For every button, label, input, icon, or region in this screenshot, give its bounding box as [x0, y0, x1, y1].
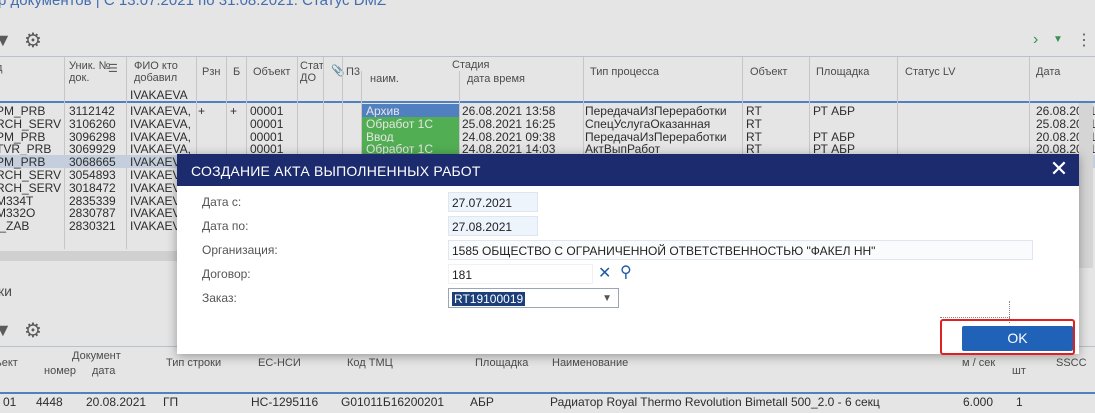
focus-guide-h — [940, 317, 1010, 318]
order-label: Заказ: — [202, 291, 237, 305]
order-select[interactable]: RT19100019 ▼ — [448, 288, 619, 308]
date-to-label: Дата по: — [202, 219, 249, 233]
dialog-header: СОЗДАНИЕ АКТА ВЫПОЛНЕННЫХ РАБОТ ✕ — [177, 154, 1079, 186]
search-icon[interactable]: ⚲ — [620, 262, 632, 282]
ok-button[interactable]: OK — [962, 326, 1073, 351]
date-from-label: Дата с: — [202, 195, 242, 209]
dropdown-arrow-icon[interactable]: ▼ — [602, 289, 612, 309]
dialog-title: СОЗДАНИЕ АКТА ВЫПОЛНЕННЫХ РАБОТ — [191, 163, 481, 179]
close-icon[interactable]: ✕ — [1047, 158, 1071, 182]
ok-button-highlight: OK — [940, 319, 1075, 355]
organization-field[interactable]: 1585 ОБЩЕСТВО С ОГРАНИЧЕННОЙ ОТВЕТСТВЕНН… — [448, 240, 1033, 260]
order-select-value: RT19100019 — [452, 292, 526, 306]
contract-field[interactable]: 181 — [448, 264, 593, 284]
date-to-field[interactable]: 27.08.2021 — [448, 216, 538, 236]
contract-label: Договор: — [202, 267, 251, 281]
create-act-dialog: СОЗДАНИЕ АКТА ВЫПОЛНЕННЫХ РАБОТ ✕ Дата с… — [177, 154, 1079, 355]
organization-label: Организация: — [202, 243, 278, 257]
date-from-field[interactable]: 27.07.2021 — [448, 192, 538, 212]
clear-icon[interactable]: ✕ — [598, 263, 611, 283]
